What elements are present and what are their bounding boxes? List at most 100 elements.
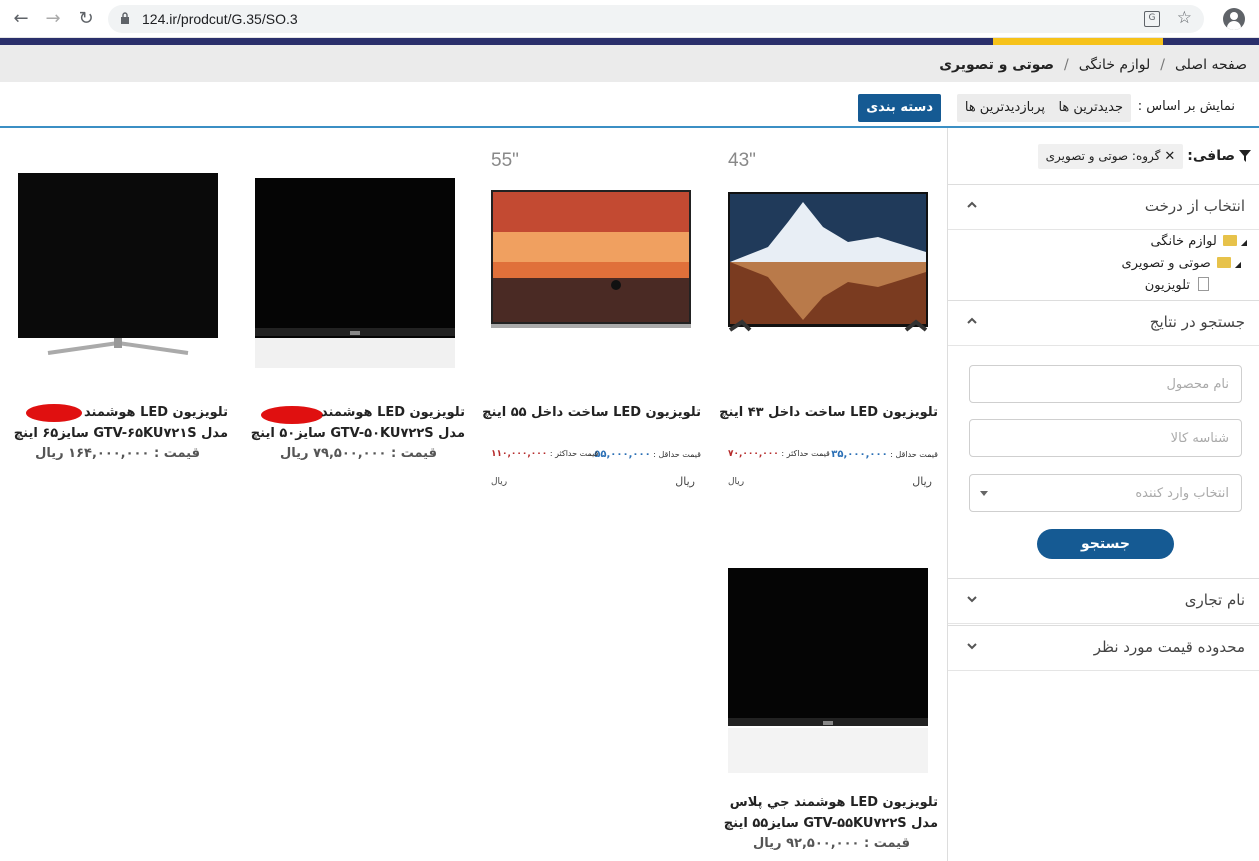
back-icon[interactable]: ← xyxy=(10,8,32,30)
product-max-price: قیمت حداکثر : ۱۱۰,۰۰۰,۰۰۰ xyxy=(491,449,598,459)
url-text: 124.ir/prodcut/G.35/SO.3 xyxy=(142,11,298,27)
product-card[interactable]: تلویزیون LED هوشمند مدل GTV-۶۵KU۷۲۱S سایز… xyxy=(14,140,228,500)
product-price: قیمت : ۹۲,۵۰۰,۰۰۰ ریال xyxy=(753,836,910,851)
product-name[interactable]: تلویزیون LED هوشمند جي پلاس مدل GTV-۵۵KU۷… xyxy=(718,792,938,834)
product-id-input[interactable]: شناسه کالا xyxy=(969,419,1242,457)
profile-avatar-icon[interactable] xyxy=(1223,8,1245,30)
search-panel-header[interactable]: جستجو در نتایج xyxy=(948,300,1259,346)
tree-item-label: صوتی و تصویری xyxy=(1121,256,1211,271)
filter-chip[interactable]: ✕گروه: صوتی و تصویری xyxy=(1037,143,1184,169)
currency-label: ریال xyxy=(280,446,309,461)
product-name[interactable]: تلویزیون LED ساخت داخل ۵۵ اینچ xyxy=(481,402,701,423)
product-name[interactable]: تلویزیون LED هوشمند مدل GTV-۶۵KU۷۲۱S سایز… xyxy=(8,402,228,444)
sort-label: نمایش بر اساس : xyxy=(1137,99,1235,114)
product-card[interactable]: تلویزیون LED هوشمند مدل GTV-۵۰KU۷۲۲S سایز… xyxy=(251,140,465,500)
expand-icon: ◢ xyxy=(1240,238,1247,247)
price-label: قیمت : xyxy=(153,446,200,461)
product-name-line2: مدل GTV-۵۰KU۷۲۲S سایز۵۰ اینچ xyxy=(250,426,465,441)
price-label: قیمت : xyxy=(390,446,437,461)
product-image[interactable] xyxy=(18,173,218,383)
currency-label: ریال xyxy=(728,477,745,487)
product-name-line1: تلویزیون LED هوشمند xyxy=(84,405,228,420)
product-card[interactable]: 43" تلویزیون LED ساخت داخل ۴۳ اینچ قیمت … xyxy=(719,140,938,500)
currency-label: ریال xyxy=(35,446,64,461)
filter-chip-label: گروه: صوتی و تصویری xyxy=(1045,148,1161,163)
dropdown-caret-icon xyxy=(980,491,988,496)
currency-label: ریال xyxy=(753,836,782,851)
product-image[interactable] xyxy=(728,568,928,778)
currency-label: ریال xyxy=(491,477,508,487)
breadcrumb: صفحه اصلی / لوازم خانگی / صوتی و تصویری xyxy=(0,45,1259,82)
breadcrumb-audio-video[interactable]: صوتی و تصویری xyxy=(939,57,1054,73)
folder-icon xyxy=(1222,235,1237,246)
price-panel-header[interactable]: محدوده قیمت مورد نظر xyxy=(948,625,1259,671)
importer-select-label: انتخاب وارد کننده xyxy=(1135,486,1229,501)
product-min-price: قیمت حداقل : ۳۵,۰۰۰,۰۰۰ xyxy=(831,449,938,460)
product-name[interactable]: تلویزیون LED هوشمند مدل GTV-۵۰KU۷۲۲S سایز… xyxy=(245,402,465,444)
price-panel-title: محدوده قیمت مورد نظر xyxy=(1093,638,1245,656)
translate-icon[interactable]: G xyxy=(1144,11,1160,27)
max-price-label: قیمت حداکثر : xyxy=(781,449,830,458)
address-bar[interactable]: 124.ir/prodcut/G.35/SO.3 G ☆ xyxy=(108,5,1204,33)
product-card[interactable]: 55" تلویزیون LED ساخت داخل ۵۵ اینچ قیمت … xyxy=(482,140,701,500)
folder-icon xyxy=(1216,257,1231,268)
sort-category-button[interactable]: دسته بندی xyxy=(858,94,941,122)
price-value: ۷۹,۵۰۰,۰۰۰ xyxy=(313,446,387,461)
breadcrumb-home-appliances[interactable]: لوازم خانگی xyxy=(1079,57,1150,73)
tree-item-label: لوازم خانگی xyxy=(1150,234,1217,249)
product-image[interactable] xyxy=(255,178,455,388)
min-price-value: ۳۵,۰۰۰,۰۰۰ xyxy=(831,449,888,460)
min-price-label: قیمت حداقل : xyxy=(653,450,701,459)
sort-most-viewed-button[interactable]: پربازدیدترین ها xyxy=(956,94,1053,122)
importer-select[interactable]: انتخاب وارد کننده xyxy=(969,474,1242,512)
filter-sidebar: صافی: ✕گروه: صوتی و تصویری انتخاب از درخ… xyxy=(947,128,1259,861)
breadcrumb-separator: / xyxy=(1064,57,1069,73)
price-label: قیمت : xyxy=(863,836,910,851)
tree-panel-header[interactable]: انتخاب از درخت xyxy=(948,184,1259,230)
product-price: قیمت : ۱۶۴,۰۰۰,۰۰۰ ریال xyxy=(35,446,200,461)
currency-label: ریال xyxy=(912,475,932,488)
product-name[interactable]: تلویزیون LED ساخت داخل ۴۳ اینچ xyxy=(718,402,938,423)
product-image[interactable] xyxy=(491,190,691,335)
forward-icon[interactable]: → xyxy=(42,8,64,30)
product-name-line2: مدل GTV-۶۵KU۷۲۱S سایز۶۵ اینچ xyxy=(13,426,228,441)
browser-toolbar: ← → ↻ 124.ir/prodcut/G.35/SO.3 G ☆ xyxy=(0,0,1259,38)
sort-newest-button[interactable]: جدیدترین ها xyxy=(1050,94,1131,122)
currency-label: ریال xyxy=(675,475,695,488)
file-icon xyxy=(1198,277,1209,291)
product-image[interactable] xyxy=(728,192,928,337)
tree-item-tv[interactable]: تلویزیون xyxy=(1145,277,1209,293)
product-card[interactable]: تلویزیون LED هوشمند جي پلاس مدل GTV-۵۵KU۷… xyxy=(724,565,938,861)
product-name-line2: مدل GTV-۵۵KU۷۲۲S سایز۵۵ اینچ xyxy=(723,816,938,831)
breadcrumb-separator: / xyxy=(1160,57,1165,73)
search-button[interactable]: جستجو xyxy=(1037,529,1174,559)
search-panel-title: جستجو در نتایج xyxy=(1149,313,1245,331)
product-price: قیمت : ۷۹,۵۰۰,۰۰۰ ریال xyxy=(280,446,437,461)
header-accent xyxy=(993,38,1163,45)
max-price-label: قیمت حداکثر : xyxy=(549,449,599,458)
price-value: ۱۶۴,۰۰۰,۰۰۰ xyxy=(68,446,150,461)
product-name-input[interactable]: نام محصول xyxy=(969,365,1242,403)
min-price-label: قیمت حداقل : xyxy=(890,450,938,459)
min-price-value: ۵۵,۰۰۰,۰۰۰ xyxy=(594,449,651,460)
active-filters: صافی: ✕گروه: صوتی و تصویری xyxy=(1037,142,1251,170)
filter-label: صافی: xyxy=(1187,148,1235,164)
tree-item-audio-video[interactable]: ◢ صوتی و تصویری xyxy=(1122,256,1241,271)
filter-icon xyxy=(1239,150,1251,162)
brand-panel-header[interactable]: نام تجاری xyxy=(948,578,1259,624)
brand-panel-title: نام تجاری xyxy=(1184,591,1245,609)
product-name-line1: تلویزیون LED هوشمند xyxy=(321,405,465,420)
site-header-strip xyxy=(0,38,1259,45)
reload-icon[interactable]: ↻ xyxy=(75,8,97,30)
breadcrumb-home[interactable]: صفحه اصلی xyxy=(1175,57,1247,73)
max-price-value: ۷۰,۰۰۰,۰۰۰ xyxy=(728,449,779,459)
tree-item-home-appliances[interactable]: ◢ لوازم خانگی xyxy=(1150,234,1247,249)
star-icon[interactable]: ☆ xyxy=(1177,8,1192,28)
max-price-value: ۱۱۰,۰۰۰,۰۰۰ xyxy=(491,449,548,459)
size-tag: 43" xyxy=(728,150,756,171)
remove-filter-icon[interactable]: ✕ xyxy=(1164,149,1175,164)
tree-item-label: تلویزیون xyxy=(1144,278,1190,293)
price-value: ۹۲,۵۰۰,۰۰۰ xyxy=(786,836,860,851)
product-max-price: قیمت حداکثر : ۷۰,۰۰۰,۰۰۰ xyxy=(728,449,830,459)
expand-icon: ◢ xyxy=(1234,260,1241,269)
